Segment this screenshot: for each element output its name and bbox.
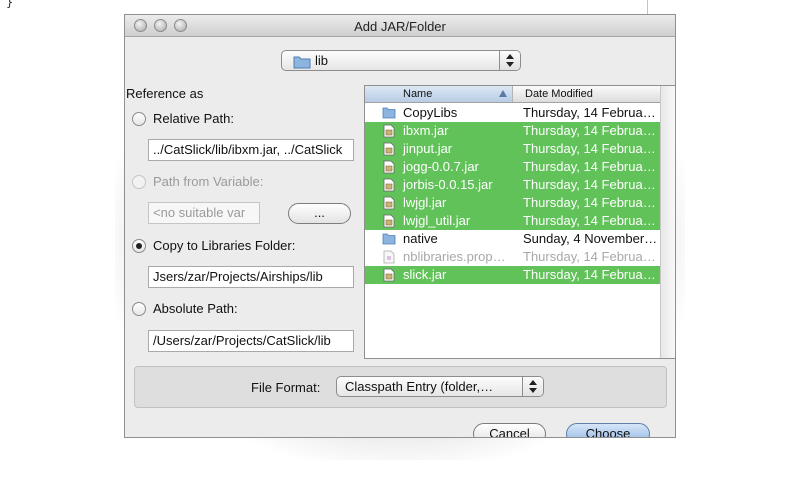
relative-path-radio[interactable] — [132, 112, 146, 126]
file-format-label: File Format: — [251, 380, 321, 395]
file-name: jinput.jar — [403, 141, 453, 156]
folder-location-popup[interactable]: lib — [281, 50, 521, 71]
jar-file-icon — [382, 214, 396, 228]
file-row[interactable]: lwjgl_util.jar Thursday, 14 Februa… — [365, 212, 661, 230]
title-bar[interactable]: Add JAR/Folder — [125, 15, 675, 37]
folder-icon — [382, 232, 396, 246]
file-name: slick.jar — [403, 267, 447, 282]
date-modified-column-header[interactable]: Date Modified — [513, 88, 593, 100]
file-row[interactable]: slick.jar Thursday, 14 Februa… — [365, 266, 661, 284]
jar-file-icon — [382, 268, 396, 282]
absolute-path-radio[interactable] — [132, 302, 146, 316]
file-list-header: Name Date Modified — [365, 86, 661, 103]
file-date-modified: Thursday, 14 Februa… — [523, 123, 656, 138]
file-name: lwjgl_util.jar — [403, 213, 471, 228]
file-list-scrollbar[interactable] — [660, 86, 675, 358]
file-name: native — [403, 231, 438, 246]
path-from-variable-label: Path from Variable: — [153, 174, 264, 189]
file-name: jorbis-0.0.15.jar — [403, 177, 493, 192]
sort-ascending-icon — [499, 90, 507, 97]
file-date-modified: Thursday, 14 Februa… — [523, 249, 656, 264]
file-name: CopyLibs — [403, 105, 458, 120]
file-row[interactable]: jinput.jar Thursday, 14 Februa… — [365, 140, 661, 158]
background-code-text: } — [6, 0, 14, 9]
relative-path-label: Relative Path: — [153, 111, 234, 126]
file-row[interactable]: native Sunday, 4 November… — [365, 230, 661, 248]
file-browser-list[interactable]: Name Date Modified CopyLibs Thursday, 14 … — [364, 85, 675, 359]
file-date-modified: Thursday, 14 Februa… — [523, 141, 656, 156]
file-name: lwjgl.jar — [403, 195, 447, 210]
file-name: jogg-0.0.7.jar — [403, 159, 479, 174]
folder-icon — [382, 106, 396, 120]
file-date-modified: Thursday, 14 Februa… — [523, 195, 656, 210]
file-row[interactable]: jorbis-0.0.15.jar Thursday, 14 Februa… — [365, 176, 661, 194]
jar-file-icon — [382, 178, 396, 192]
folder-popup-value: lib — [315, 53, 329, 68]
file-row[interactable]: lwjgl.jar Thursday, 14 Februa… — [365, 194, 661, 212]
relative-path-field[interactable]: ../CatSlick/lib/ibxm.jar, ../CatSlick — [148, 139, 354, 161]
file-name: nblibraries.prop… — [403, 249, 506, 264]
file-date-modified: Thursday, 14 Februa… — [523, 159, 656, 174]
copy-to-libraries-field[interactable]: Jsers/zar/Projects/Airships/lib — [148, 266, 354, 288]
name-column-header[interactable]: Name — [365, 86, 513, 102]
file-row[interactable]: jogg-0.0.7.jar Thursday, 14 Februa… — [365, 158, 661, 176]
absolute-path-label: Absolute Path: — [153, 301, 238, 316]
jar-file-icon — [382, 196, 396, 210]
file-rows: CopyLibs Thursday, 14 Februa… ibxm.jar Thur… — [365, 104, 661, 284]
file-name: ibxm.jar — [403, 123, 449, 138]
file-row[interactable]: nblibraries.prop… Thursday, 14 Februa… — [365, 248, 661, 266]
dialog-title: Add JAR/Folder — [354, 19, 446, 34]
file-format-popup[interactable]: Classpath Entry (folder,… — [336, 376, 544, 397]
name-column-label: Name — [403, 88, 433, 100]
path-from-variable-radio[interactable] — [132, 175, 146, 189]
jar-file-icon — [382, 160, 396, 174]
file-date-modified: Thursday, 14 Februa… — [523, 177, 656, 192]
jar-file-icon — [382, 124, 396, 138]
file-date-modified: Thursday, 14 Februa… — [523, 105, 656, 120]
popup-arrows-icon — [522, 377, 543, 396]
file-format-value: Classpath Entry (folder,… — [345, 379, 494, 394]
folder-icon — [293, 56, 311, 69]
copy-to-libraries-radio[interactable] — [132, 239, 146, 253]
browse-variable-button[interactable]: ... — [288, 203, 351, 224]
file-row[interactable]: ibxm.jar Thursday, 14 Februa… — [365, 122, 661, 140]
popup-arrows-icon — [499, 51, 520, 70]
jar-file-icon — [382, 142, 396, 156]
path-from-variable-field[interactable]: <no suitable var — [148, 202, 260, 224]
absolute-path-field[interactable]: /Users/zar/Projects/CatSlick/lib — [148, 330, 354, 352]
reference-as-label: Reference as — [126, 86, 204, 101]
file-date-modified: Thursday, 14 Februa… — [523, 213, 656, 228]
file-date-modified: Sunday, 4 November… — [523, 231, 658, 246]
copy-to-libraries-label: Copy to Libraries Folder: — [153, 238, 296, 253]
file-format-bar: File Format: Classpath Entry (folder,… — [134, 366, 667, 408]
file-row[interactable]: CopyLibs Thursday, 14 Februa… — [365, 104, 661, 122]
choose-button[interactable]: Choose — [566, 423, 650, 437]
document-icon — [382, 250, 396, 264]
cancel-button[interactable]: Cancel — [473, 423, 546, 437]
add-jar-folder-dialog: Add JAR/Folder lib Reference as Relative… — [124, 14, 676, 438]
file-date-modified: Thursday, 14 Februa… — [523, 267, 656, 282]
